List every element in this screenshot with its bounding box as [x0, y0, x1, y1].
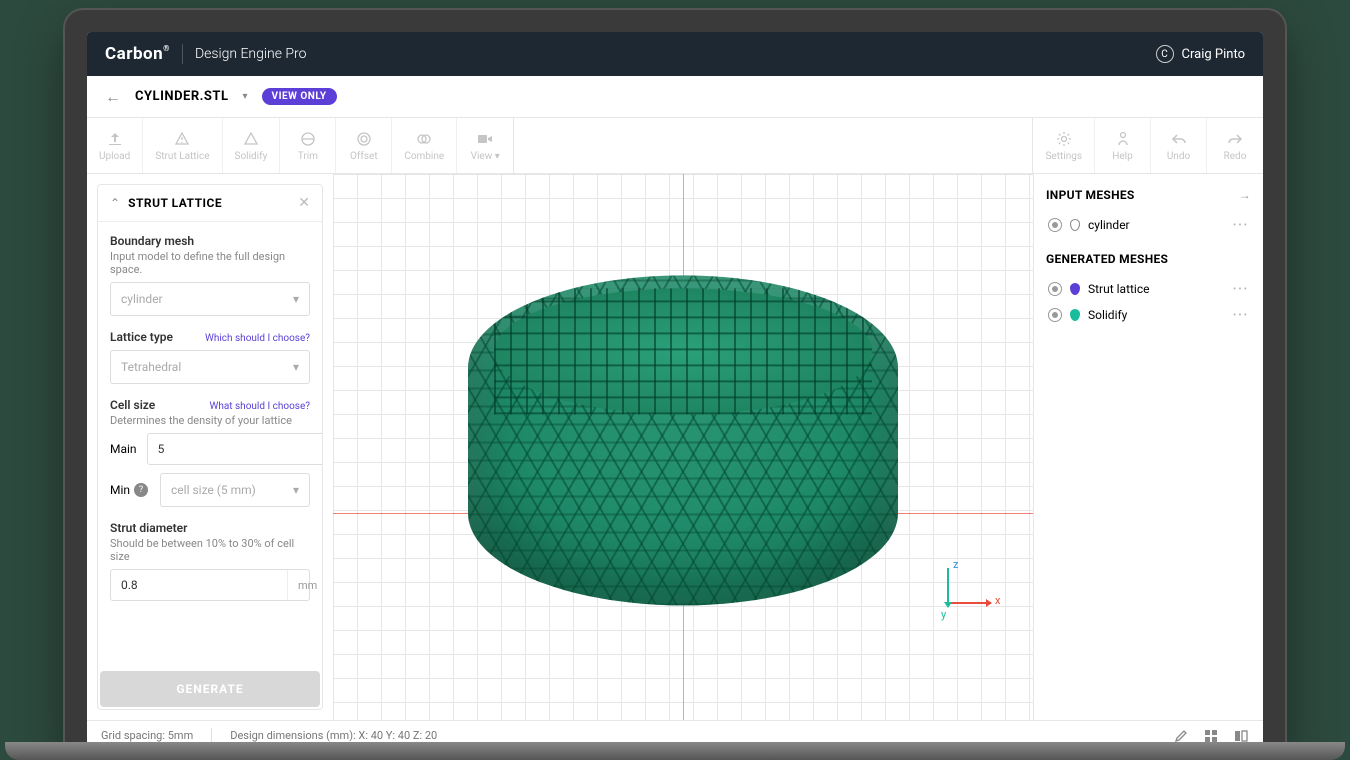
- strut-lattice-button[interactable]: Strut Lattice: [143, 118, 222, 173]
- input-meshes-header: INPUT MESHES →: [1046, 188, 1251, 202]
- help-icon: [1114, 130, 1132, 148]
- drop-purple-icon: [1070, 283, 1080, 295]
- triangle-icon: [242, 130, 260, 148]
- app-window: Carbon® Design Engine Pro C Craig Pinto …: [87, 32, 1263, 750]
- strut-lattice-card: ⌃ STRUT LATTICE ✕ Boundary mesh Input mo…: [97, 184, 323, 710]
- title-bar: Carbon® Design Engine Pro C Craig Pinto: [87, 32, 1263, 76]
- back-arrow-icon[interactable]: ←: [105, 87, 121, 107]
- close-icon[interactable]: ✕: [298, 195, 310, 211]
- more-icon[interactable]: •••: [1233, 220, 1249, 231]
- generated-meshes-header: GENERATED MESHES: [1046, 252, 1251, 266]
- brand-subtitle: Design Engine Pro: [195, 46, 307, 62]
- lattice-model[interactable]: [468, 275, 898, 605]
- generate-button[interactable]: GENERATE: [100, 671, 320, 707]
- help-button[interactable]: Help: [1095, 118, 1151, 173]
- cell-size-field: Cell size What should I choose? Determin…: [110, 398, 310, 507]
- boundary-mesh-label: Boundary mesh: [110, 234, 310, 248]
- lattice-type-help-link[interactable]: Which should I choose?: [205, 333, 310, 344]
- collapse-arrow-icon[interactable]: →: [1239, 188, 1251, 202]
- strut-diameter-label: Strut diameter: [110, 521, 310, 535]
- user-name: Craig Pinto: [1182, 47, 1245, 62]
- solidify-button[interactable]: Solidify: [223, 118, 281, 173]
- mesh-item-cylinder[interactable]: cylinder •••: [1046, 212, 1251, 238]
- laptop-frame: Carbon® Design Engine Pro C Craig Pinto …: [65, 10, 1285, 750]
- trim-icon: [299, 130, 317, 148]
- drop-teal-icon: [1070, 309, 1080, 321]
- view-button[interactable]: View ▾: [457, 118, 513, 173]
- brand: Carbon® Design Engine Pro: [105, 44, 306, 64]
- workspace: ⌃ STRUT LATTICE ✕ Boundary mesh Input mo…: [87, 174, 1263, 720]
- axis-y-icon: [947, 568, 949, 602]
- lattice-type-field: Lattice type Which should I choose? Tetr…: [110, 330, 310, 384]
- upload-icon: [106, 130, 124, 148]
- main-label: Main: [110, 442, 137, 456]
- panel-header: ⌃ STRUT LATTICE ✕: [98, 185, 322, 222]
- toolbar-right: Settings Help Undo Redo: [1033, 118, 1263, 173]
- help-dot-icon[interactable]: ?: [134, 483, 148, 497]
- lattice-type-label: Lattice type: [110, 330, 173, 344]
- visibility-icon[interactable]: [1048, 218, 1062, 232]
- strut-diameter-input[interactable]: mm: [110, 569, 310, 601]
- meshes-panel: INPUT MESHES → cylinder ••• GENERATED ME…: [1033, 174, 1263, 720]
- mesh-item-solidify[interactable]: Solidify •••: [1046, 302, 1251, 328]
- trim-button[interactable]: Trim: [280, 118, 336, 173]
- toolbar-left: Upload Strut Lattice Solidify Trim Offse…: [87, 118, 513, 173]
- chevron-down-icon: ▾: [293, 360, 299, 374]
- settings-button[interactable]: Settings: [1033, 118, 1095, 173]
- toolbar-spacer: [513, 118, 1033, 173]
- file-bar: ← CYLINDER.STL ▾ VIEW ONLY: [87, 76, 1263, 118]
- mesh-item-strut-lattice[interactable]: Strut lattice •••: [1046, 276, 1251, 302]
- toolbar: Upload Strut Lattice Solidify Trim Offse…: [87, 118, 1263, 174]
- main-cell-size-input[interactable]: mm: [147, 433, 322, 465]
- boundary-mesh-desc: Input model to define the full design sp…: [110, 250, 310, 276]
- file-name[interactable]: CYLINDER.STL: [135, 89, 229, 104]
- gear-icon: [1055, 130, 1073, 148]
- chevron-down-icon: ▾: [293, 292, 299, 306]
- combine-button[interactable]: Combine: [392, 118, 457, 173]
- redo-icon: [1226, 130, 1244, 148]
- panel-body: Boundary mesh Input model to define the …: [98, 222, 322, 671]
- brand-name: Carbon®: [105, 44, 170, 64]
- axis-x-icon: [947, 602, 991, 604]
- more-icon[interactable]: •••: [1233, 310, 1249, 321]
- redo-button[interactable]: Redo: [1207, 118, 1263, 173]
- grid-spacing-status: Grid spacing: 5mm: [101, 729, 193, 742]
- strut-diameter-field: Strut diameter Should be between 10% to …: [110, 521, 310, 601]
- min-cell-size-select[interactable]: cell size (5 mm) ▾: [160, 473, 310, 507]
- offset-icon: [355, 130, 373, 148]
- boundary-mesh-field: Boundary mesh Input model to define the …: [110, 234, 310, 316]
- undo-button[interactable]: Undo: [1151, 118, 1207, 173]
- undo-icon: [1170, 130, 1188, 148]
- camera-icon: [476, 130, 494, 148]
- cell-size-label: Cell size: [110, 398, 155, 412]
- file-caret-icon[interactable]: ▾: [243, 91, 248, 102]
- brand-divider: [182, 44, 183, 64]
- triangle-warning-icon: [173, 130, 191, 148]
- cell-size-desc: Determines the density of your lattice: [110, 414, 310, 427]
- strut-diameter-desc: Should be between 10% to 30% of cell siz…: [110, 537, 310, 563]
- visibility-icon[interactable]: [1048, 308, 1062, 322]
- panel-title: STRUT LATTICE: [128, 196, 298, 210]
- lattice-type-select[interactable]: Tetrahedral ▾: [110, 350, 310, 384]
- axis-gizmo[interactable]: x y z: [923, 560, 993, 630]
- viewport-3d[interactable]: x y z: [333, 174, 1033, 720]
- chevron-up-icon[interactable]: ⌃: [110, 196, 120, 210]
- laptop-base: [5, 742, 1345, 760]
- view-only-badge: VIEW ONLY: [262, 88, 337, 105]
- more-icon[interactable]: •••: [1233, 284, 1249, 295]
- combine-icon: [415, 130, 433, 148]
- offset-button[interactable]: Offset: [336, 118, 392, 173]
- dimensions-status: Design dimensions (mm): X: 40 Y: 40 Z: 2…: [230, 729, 437, 742]
- user-menu[interactable]: C Craig Pinto: [1156, 45, 1245, 63]
- properties-panel: ⌃ STRUT LATTICE ✕ Boundary mesh Input mo…: [87, 174, 333, 720]
- cell-size-help-link[interactable]: What should I choose?: [209, 401, 310, 412]
- drop-outline-icon: [1070, 219, 1080, 231]
- upload-button[interactable]: Upload: [87, 118, 143, 173]
- min-label: Min ?: [110, 483, 150, 497]
- visibility-icon[interactable]: [1048, 282, 1062, 296]
- user-avatar-icon: C: [1156, 45, 1174, 63]
- boundary-mesh-select[interactable]: cylinder ▾: [110, 282, 310, 316]
- chevron-down-icon: ▾: [293, 483, 299, 497]
